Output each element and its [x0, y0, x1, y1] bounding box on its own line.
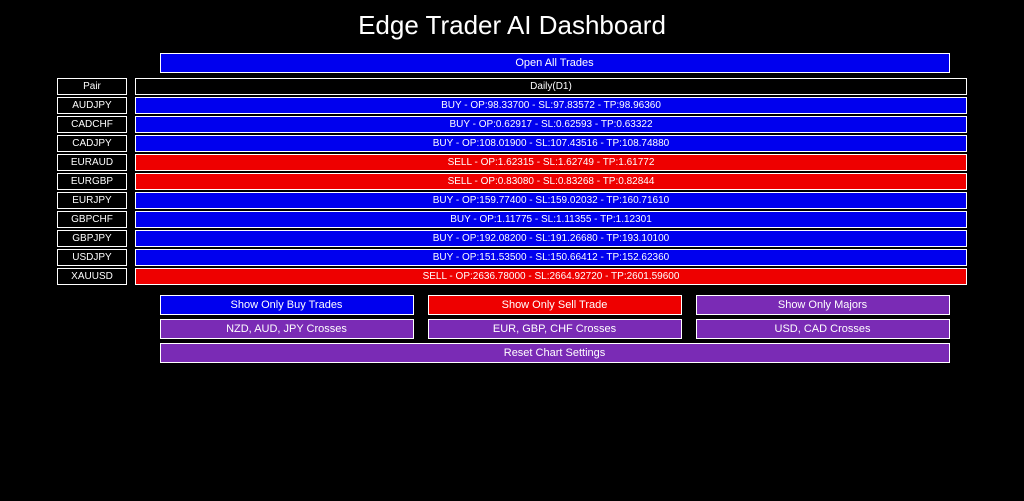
pair-cell[interactable]: EURJPY: [57, 192, 127, 209]
show-sell-button[interactable]: Show Only Sell Trade: [428, 295, 682, 315]
signal-cell[interactable]: BUY - OP:159.77400 - SL:159.02032 - TP:1…: [135, 192, 967, 209]
signal-cell[interactable]: BUY - OP:108.01900 - SL:107.43516 - TP:1…: [135, 135, 967, 152]
show-majors-button[interactable]: Show Only Majors: [696, 295, 950, 315]
pair-cell[interactable]: XAUUSD: [57, 268, 127, 285]
signal-cell[interactable]: BUY - OP:151.53500 - SL:150.66412 - TP:1…: [135, 249, 967, 266]
crosses-eur-gbp-chf-button[interactable]: EUR, GBP, CHF Crosses: [428, 319, 682, 339]
main-area: Open All Trades Pair Daily(D1) AUDJPY BUY…: [0, 53, 1024, 363]
filter-row-1: Show Only Buy Trades Show Only Sell Trad…: [160, 295, 950, 315]
signal-cell[interactable]: SELL - OP:0.83080 - SL:0.83268 - TP:0.82…: [135, 173, 967, 190]
table-row: CADCHF BUY - OP:0.62917 - SL:0.62593 - TP…: [57, 116, 967, 133]
table-header-row: Pair Daily(D1): [57, 78, 967, 95]
show-buy-button[interactable]: Show Only Buy Trades: [160, 295, 414, 315]
table-row: XAUUSD SELL - OP:2636.78000 - SL:2664.927…: [57, 268, 967, 285]
table-row: GBPCHF BUY - OP:1.11775 - SL:1.11355 - TP…: [57, 211, 967, 228]
header-timeframe: Daily(D1): [135, 78, 967, 95]
pair-cell[interactable]: EURAUD: [57, 154, 127, 171]
open-all-trades-button[interactable]: Open All Trades: [160, 53, 950, 73]
signal-cell[interactable]: BUY - OP:0.62917 - SL:0.62593 - TP:0.633…: [135, 116, 967, 133]
header-pair: Pair: [57, 78, 127, 95]
signal-table: Pair Daily(D1) AUDJPY BUY - OP:98.33700 -…: [57, 78, 967, 285]
pair-cell[interactable]: GBPJPY: [57, 230, 127, 247]
table-row: AUDJPY BUY - OP:98.33700 - SL:97.83572 - …: [57, 97, 967, 114]
pair-cell[interactable]: CADCHF: [57, 116, 127, 133]
table-row: EURGBP SELL - OP:0.83080 - SL:0.83268 - T…: [57, 173, 967, 190]
filter-row-2: NZD, AUD, JPY Crosses EUR, GBP, CHF Cros…: [160, 319, 950, 339]
signal-cell[interactable]: SELL - OP:1.62315 - SL:1.62749 - TP:1.61…: [135, 154, 967, 171]
crosses-nzd-aud-jpy-button[interactable]: NZD, AUD, JPY Crosses: [160, 319, 414, 339]
signal-cell[interactable]: BUY - OP:192.08200 - SL:191.26680 - TP:1…: [135, 230, 967, 247]
signal-cell[interactable]: BUY - OP:98.33700 - SL:97.83572 - TP:98.…: [135, 97, 967, 114]
table-row: CADJPY BUY - OP:108.01900 - SL:107.43516 …: [57, 135, 967, 152]
pair-cell[interactable]: CADJPY: [57, 135, 127, 152]
pair-cell[interactable]: AUDJPY: [57, 97, 127, 114]
pair-cell[interactable]: GBPCHF: [57, 211, 127, 228]
filter-section: Show Only Buy Trades Show Only Sell Trad…: [57, 295, 967, 363]
dashboard-container: Edge Trader AI Dashboard Open All Trades…: [0, 0, 1024, 373]
pair-cell[interactable]: EURGBP: [57, 173, 127, 190]
table-row: GBPJPY BUY - OP:192.08200 - SL:191.26680 …: [57, 230, 967, 247]
signal-cell[interactable]: SELL - OP:2636.78000 - SL:2664.92720 - T…: [135, 268, 967, 285]
signal-cell[interactable]: BUY - OP:1.11775 - SL:1.11355 - TP:1.123…: [135, 211, 967, 228]
table-row: EURAUD SELL - OP:1.62315 - SL:1.62749 - T…: [57, 154, 967, 171]
table-row: USDJPY BUY - OP:151.53500 - SL:150.66412 …: [57, 249, 967, 266]
pair-cell[interactable]: USDJPY: [57, 249, 127, 266]
crosses-usd-cad-button[interactable]: USD, CAD Crosses: [696, 319, 950, 339]
table-row: EURJPY BUY - OP:159.77400 - SL:159.02032 …: [57, 192, 967, 209]
page-title: Edge Trader AI Dashboard: [0, 10, 1024, 41]
reset-chart-button[interactable]: Reset Chart Settings: [160, 343, 950, 363]
